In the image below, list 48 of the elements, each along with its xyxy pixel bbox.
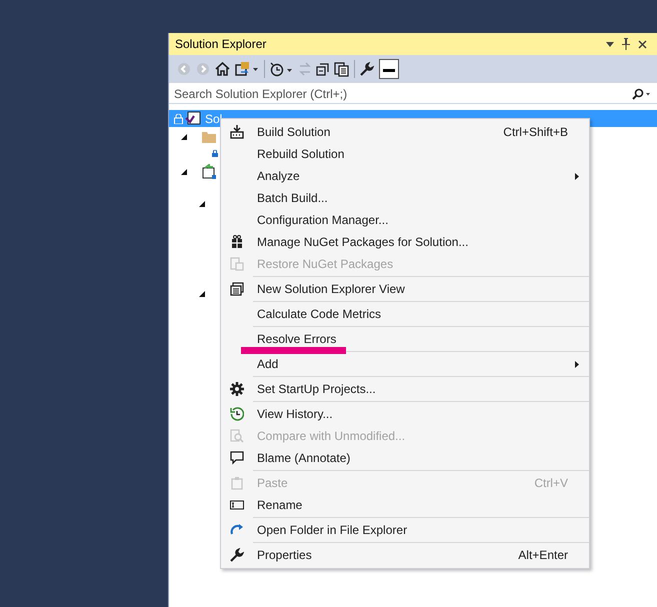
lock-icon xyxy=(174,114,183,124)
wrench-icon[interactable] xyxy=(360,62,374,76)
menu-item[interactable]: Add xyxy=(221,353,589,375)
speech-bubble-icon xyxy=(230,451,244,465)
menu-item[interactable]: View History... xyxy=(221,403,589,425)
gear-icon xyxy=(230,382,244,396)
menu-item[interactable]: Properties Alt+Enter xyxy=(221,544,589,566)
pin-icon[interactable] xyxy=(622,38,630,50)
expanded-arrow-icon[interactable] xyxy=(181,134,187,140)
folder-icon xyxy=(202,131,216,143)
rename-icon xyxy=(230,498,244,512)
history-icon[interactable] xyxy=(270,62,294,76)
gift-icon xyxy=(230,235,244,249)
history-icon xyxy=(230,407,244,421)
menu-item[interactable]: Configuration Manager... xyxy=(221,209,589,231)
home-icon[interactable] xyxy=(215,62,230,76)
refresh-arrow-icon xyxy=(230,523,244,537)
clipboard-icon xyxy=(230,476,244,490)
menu-item[interactable]: Build Solution Ctrl+Shift+B xyxy=(221,121,589,143)
menu-item[interactable]: Blame (Annotate) xyxy=(221,447,589,469)
menu-item[interactable]: Batch Build... xyxy=(221,187,589,209)
lock-icon xyxy=(212,150,218,157)
expanded-arrow-icon[interactable] xyxy=(181,169,187,175)
menu-item[interactable]: New Solution Explorer View xyxy=(221,278,589,300)
submenu-arrow-icon xyxy=(575,360,579,368)
window-list-icon xyxy=(230,282,244,296)
close-icon[interactable] xyxy=(638,40,647,48)
menu-item[interactable]: Manage NuGet Packages for Solution... xyxy=(221,231,589,253)
clipboard-icon xyxy=(230,257,244,271)
dropdown-icon[interactable] xyxy=(606,42,614,46)
search-icon[interactable] xyxy=(631,88,651,100)
search-field[interactable]: Search Solution Explorer (Ctrl+;) xyxy=(174,84,631,102)
expanded-arrow-icon[interactable] xyxy=(199,201,205,207)
menu-item[interactable]: Rename xyxy=(221,494,589,516)
menu-item[interactable]: Resolve Errors xyxy=(221,328,589,350)
panel-title: Solution Explorer xyxy=(175,36,266,53)
menu-item[interactable]: Analyze xyxy=(221,165,589,187)
preview-toggle-button[interactable] xyxy=(379,59,399,79)
show-all-files-icon[interactable] xyxy=(334,62,349,76)
wrench-icon xyxy=(230,548,244,562)
menu-item[interactable]: Set StartUp Projects... xyxy=(221,378,589,400)
menu-item[interactable]: Rebuild Solution xyxy=(221,143,589,165)
collapse-all-icon[interactable] xyxy=(316,62,329,76)
submenu-arrow-icon xyxy=(575,172,579,180)
menu-item[interactable]: Calculate Code Metrics xyxy=(221,303,589,325)
menu-item[interactable]: Open Folder in File Explorer xyxy=(221,519,589,541)
expanded-arrow-icon[interactable] xyxy=(199,291,205,297)
compare-icon xyxy=(230,429,244,443)
